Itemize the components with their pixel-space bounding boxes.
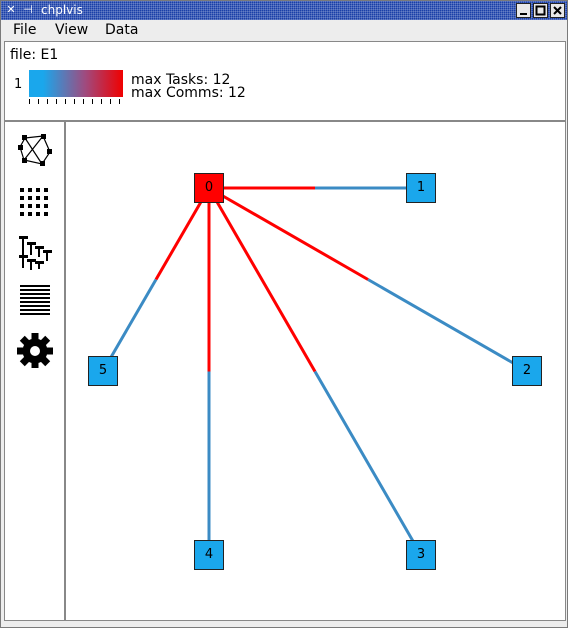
settings-gear-icon [17, 333, 53, 368]
grid-view-button[interactable] [16, 184, 54, 222]
color-scale-ticks [29, 99, 123, 104]
network-view-button[interactable] [16, 132, 54, 170]
pin-icon[interactable]: ⊣ [21, 3, 35, 17]
network-view-icon [18, 134, 52, 166]
graph-node-label: 0 [204, 180, 214, 195]
maximize-button[interactable] [533, 3, 548, 18]
title-bar[interactable]: ✕ ⊣ chplvis [1, 1, 567, 20]
edge-0-3-source-half[interactable] [207, 187, 317, 373]
tree-view-button[interactable] [16, 234, 54, 272]
graph-node-0[interactable]: 0 [194, 173, 224, 203]
edge-0-3-target-half[interactable] [313, 370, 423, 556]
graph-node-label: 2 [522, 363, 532, 378]
color-scale-min-label: 1 [14, 77, 23, 92]
graph-node-label: 5 [98, 363, 108, 378]
info-panel: file: E1 1 max Tasks: 12 max Comms: 12 [4, 41, 566, 121]
menu-bar: File View Data [2, 20, 566, 41]
graph-node-label: 3 [416, 547, 426, 562]
menu-view[interactable]: View [55, 21, 88, 40]
maximize-icon [535, 5, 546, 16]
max-comms-label: max Comms: 12 [131, 85, 246, 101]
close-button[interactable] [550, 3, 565, 18]
edge-0-2-target-half[interactable] [367, 278, 528, 373]
minimize-button[interactable] [516, 3, 531, 18]
menu-data[interactable]: Data [105, 21, 138, 40]
graph-node-label: 4 [204, 547, 214, 562]
grid-view-icon [20, 188, 48, 216]
color-scale-bar [29, 70, 123, 97]
close-icon [553, 6, 562, 15]
edge-0-2-source-half[interactable] [208, 186, 369, 281]
graph-node-1[interactable]: 1 [406, 173, 436, 203]
minimize-icon [520, 13, 527, 15]
menu-file[interactable]: File [13, 21, 36, 40]
list-view-button[interactable] [16, 282, 54, 320]
settings-button[interactable] [16, 330, 54, 368]
graph-node-label: 1 [416, 180, 426, 195]
graph-node-4[interactable]: 4 [194, 540, 224, 570]
list-view-icon [20, 285, 50, 315]
graph-node-3[interactable]: 3 [406, 540, 436, 570]
file-label: file: E1 [10, 47, 59, 63]
edge-layer [101, 186, 528, 556]
window-menu-icon[interactable]: ✕ [4, 3, 18, 17]
graph-node-5[interactable]: 5 [88, 356, 118, 386]
app-window: ✕ ⊣ chplvis File View Data file: E1 1 ma… [0, 0, 568, 628]
view-toolbar [4, 121, 65, 621]
tree-view-icon [19, 236, 52, 270]
graph-canvas[interactable]: 0 1 2 3 4 5 [65, 121, 566, 621]
graph-node-2[interactable]: 2 [512, 356, 542, 386]
window-title: chplvis [41, 3, 83, 17]
